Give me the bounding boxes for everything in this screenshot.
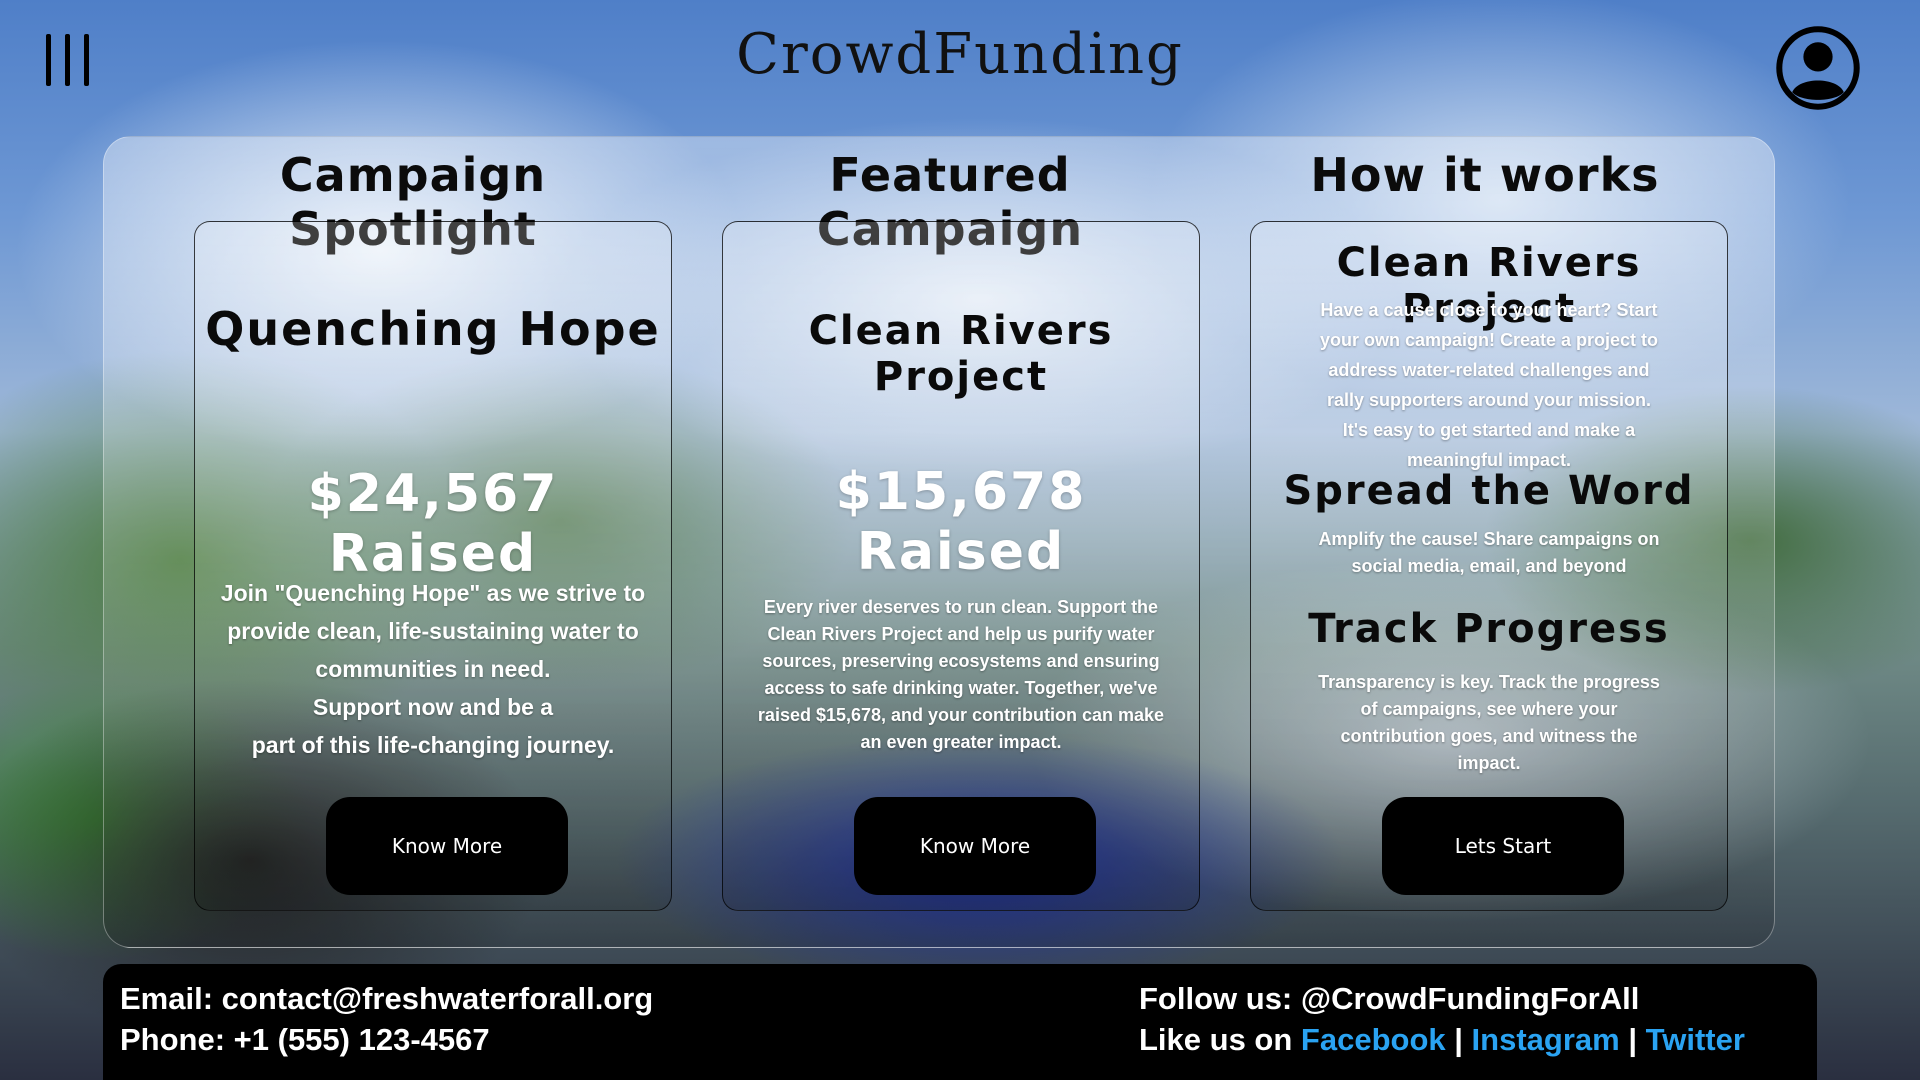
section-description: Have a cause close to your heart? Start … xyxy=(1319,300,1659,470)
separator: | xyxy=(1445,1022,1472,1057)
like-us-label: Like us on xyxy=(1139,1022,1301,1057)
footer: Email: contact@freshwaterforall.org Phon… xyxy=(103,964,1817,1080)
footer-email[interactable]: Email: contact@freshwaterforall.org xyxy=(120,981,653,1017)
site-logo[interactable]: CrowdFunding xyxy=(0,22,1920,87)
card-title: Clean Rivers Project xyxy=(808,308,1114,400)
separator: | xyxy=(1619,1022,1646,1057)
card-description: Join "Quenching Hope" as we strive to pr… xyxy=(220,580,646,758)
raised-amount: $24,567 Raised xyxy=(307,464,559,584)
heading-how-it-works: How it works xyxy=(1310,148,1660,202)
raised-amount: $15,678 Raised xyxy=(835,462,1087,582)
section-title: Spread the Word xyxy=(1283,468,1695,514)
footer-social-links: Like us on Facebook | Instagram | Twitte… xyxy=(1139,1022,1745,1058)
section-description: Transparency is key. Track the progress … xyxy=(1318,672,1660,773)
instagram-link[interactable]: Instagram xyxy=(1472,1022,1620,1057)
facebook-link[interactable]: Facebook xyxy=(1301,1022,1446,1057)
user-circle-icon[interactable] xyxy=(1775,25,1861,111)
how-it-works-card: Clean Rivers Project Have a cause close … xyxy=(1250,221,1728,911)
card-description: Every river deserves to run clean. Suppo… xyxy=(757,597,1165,752)
featured-card: Clean Rivers Project $15,678 Raised Ever… xyxy=(722,221,1200,911)
know-more-button[interactable]: Know More xyxy=(854,797,1096,895)
section-description: Amplify the cause! Share campaigns on so… xyxy=(1318,529,1660,576)
section-title: Track Progress xyxy=(1308,606,1670,652)
footer-follow: Follow us: @CrowdFundingForAll xyxy=(1139,981,1640,1016)
spotlight-card: Quenching Hope $24,567 Raised Join "Quen… xyxy=(194,221,672,911)
footer-phone: Phone: +1 (555) 123-4567 xyxy=(120,1022,490,1057)
card-title: Quenching Hope xyxy=(205,302,661,356)
twitter-link[interactable]: Twitter xyxy=(1646,1022,1745,1057)
know-more-button[interactable]: Know More xyxy=(326,797,568,895)
lets-start-button[interactable]: Lets Start xyxy=(1382,797,1624,895)
